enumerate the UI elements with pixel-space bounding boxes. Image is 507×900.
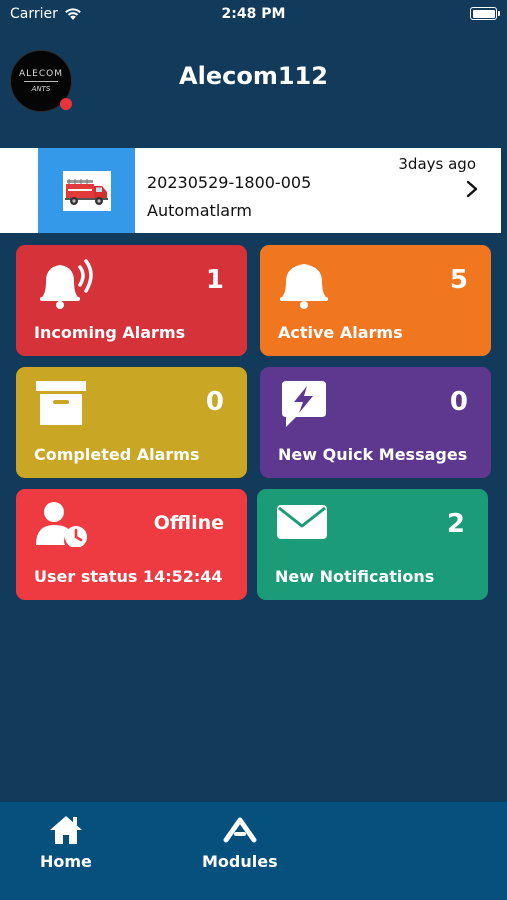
- tab-home[interactable]: Home: [40, 814, 92, 871]
- alarm-type: Automatlarm: [147, 201, 252, 220]
- tab-modules[interactable]: Modules: [202, 814, 278, 871]
- user-status-value: Offline: [153, 512, 224, 534]
- battery-icon: [470, 7, 500, 20]
- status-time: 2:48 PM: [221, 6, 286, 22]
- completed-alarms-label: Completed Alarms: [34, 445, 200, 464]
- new-quick-messages-count: 0: [449, 387, 468, 417]
- incoming-alarms-count: 1: [205, 265, 224, 295]
- flash-message-icon: [282, 381, 326, 427]
- tile-user-status[interactable]: Offline User status 14:52:44: [16, 489, 247, 600]
- tab-home-label: Home: [40, 852, 92, 871]
- fire-truck-icon: [64, 178, 108, 205]
- modules-chevron-icon: [223, 817, 257, 843]
- completed-alarms-count: 0: [205, 387, 224, 417]
- new-notifications-label: New Notifications: [275, 567, 435, 586]
- tile-new-notifications[interactable]: 2 New Notifications: [257, 489, 488, 600]
- active-alarms-label: Active Alarms: [278, 323, 403, 342]
- tile-active-alarms[interactable]: 5 Active Alarms: [260, 245, 491, 356]
- tile-completed-alarms[interactable]: 0 Completed Alarms: [16, 367, 247, 478]
- tile-incoming-alarms[interactable]: 1 Incoming Alarms: [16, 245, 247, 356]
- envelope-icon: [277, 505, 327, 539]
- ringing-bell-icon: [40, 259, 93, 309]
- tab-modules-label: Modules: [202, 852, 278, 871]
- alarm-id: 20230529-1800-005: [147, 173, 312, 192]
- user-status-dot: [60, 98, 72, 110]
- new-notifications-count: 2: [446, 509, 465, 539]
- archive-box-icon: [36, 381, 86, 425]
- chevron-right-icon[interactable]: [461, 178, 483, 200]
- tile-new-quick-messages[interactable]: 0 New Quick Messages: [260, 367, 491, 478]
- user-clock-icon: [36, 502, 87, 547]
- latest-alarm-card[interactable]: 20230529-1800-005 Automatlarm 3days ago: [0, 148, 501, 233]
- active-alarms-count: 5: [449, 265, 468, 295]
- alarm-age: 3days ago: [398, 155, 476, 173]
- page-title: Alecom112: [179, 62, 328, 90]
- home-icon: [49, 816, 82, 844]
- header: ALECOM ANTS Alecom112: [0, 30, 507, 146]
- incoming-alarms-label: Incoming Alarms: [34, 323, 186, 342]
- bell-icon: [280, 264, 328, 309]
- status-bar: Carrier 2:48 PM: [0, 0, 507, 30]
- tab-bar: Home Modules: [0, 802, 507, 900]
- alarm-thumbnail: [38, 148, 135, 233]
- user-status-label: User status 14:52:44: [34, 567, 223, 586]
- new-quick-messages-label: New Quick Messages: [278, 445, 468, 464]
